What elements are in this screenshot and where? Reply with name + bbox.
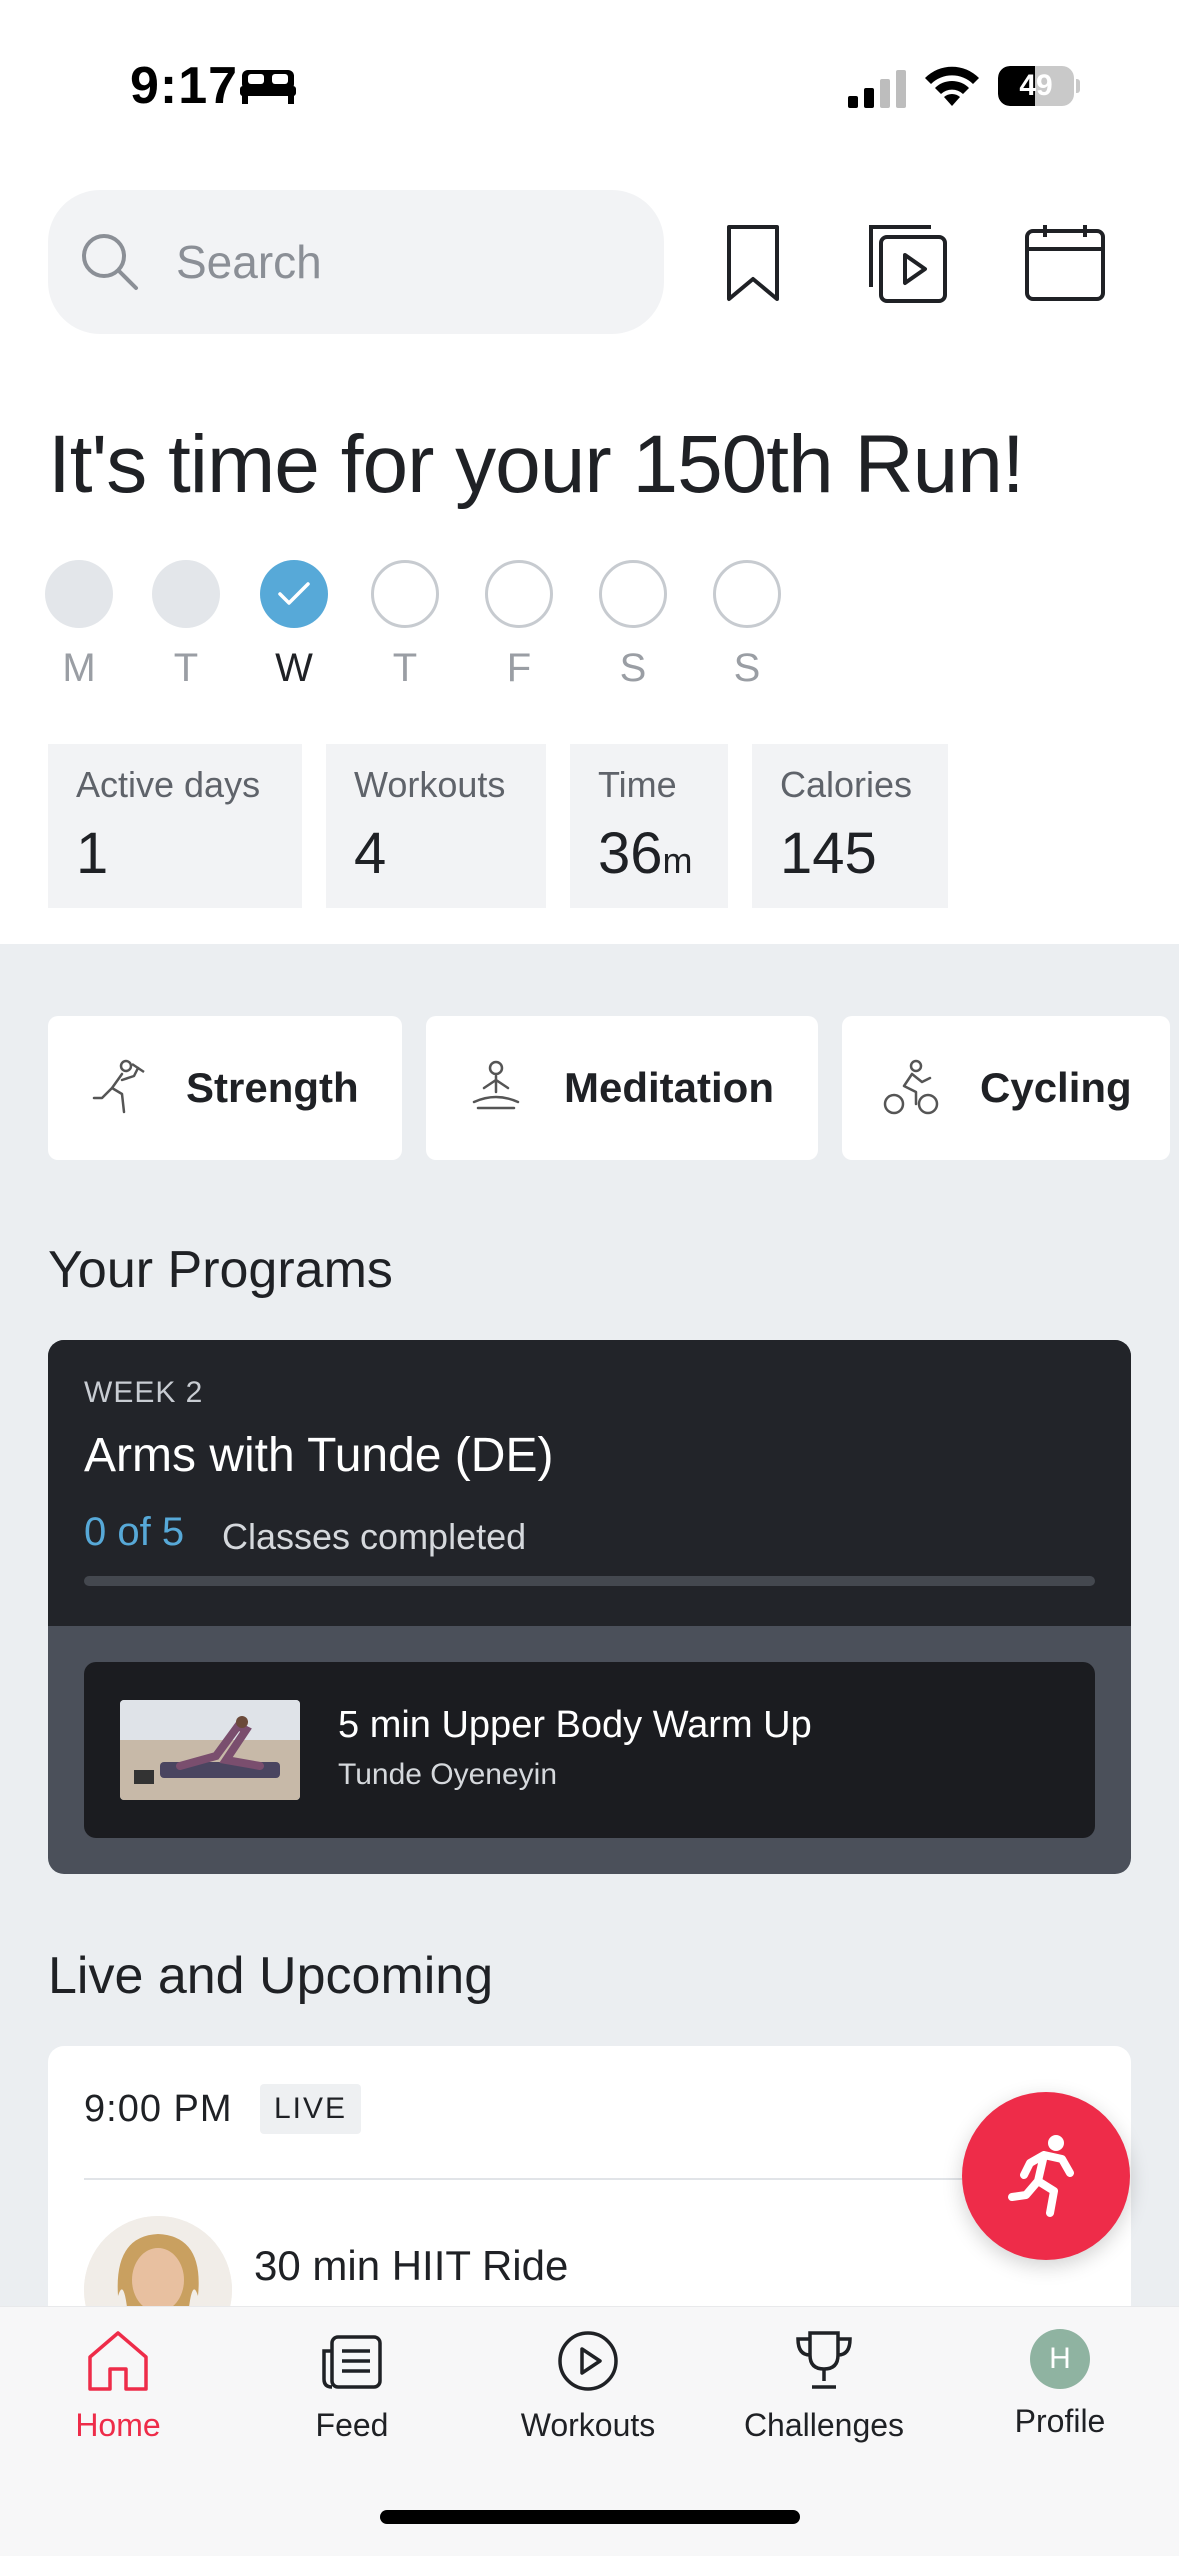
battery-icon: 49 — [998, 66, 1080, 106]
program-progress-bar — [84, 1576, 1095, 1586]
day-friday[interactable]: F — [484, 560, 554, 691]
start-run-button[interactable] — [962, 2092, 1130, 2260]
bookmark-icon — [727, 225, 779, 301]
feed-icon — [322, 2335, 382, 2389]
live-time: 9:00 PM — [84, 2088, 233, 2130]
program-name: Arms with Tunde (DE) — [84, 1429, 554, 1482]
stat-value: 145 — [780, 821, 877, 886]
day-status — [713, 560, 781, 628]
status-time: 9:17 — [130, 57, 239, 115]
stat-label: Workouts — [354, 764, 506, 805]
live-badge: LIVE — [260, 2084, 362, 2134]
day-monday[interactable]: M — [44, 560, 114, 691]
day-label: W — [275, 646, 313, 690]
divider — [84, 2178, 1095, 2180]
programs-title: Your Programs — [48, 1241, 393, 1299]
day-status — [371, 560, 439, 628]
category-meditation[interactable]: Meditation — [426, 1016, 818, 1160]
bed-icon — [240, 70, 296, 104]
live-class-title: 30 min HIIT Ride — [254, 2242, 569, 2289]
stat-time: Time 36m — [570, 744, 728, 908]
program-week: WEEK 2 — [84, 1376, 204, 1409]
day-label: F — [506, 646, 532, 690]
day-label: T — [173, 646, 199, 690]
tab-label: Profile — [1014, 2403, 1106, 2439]
greeting-title: It's time for your 150th Run! — [48, 419, 1025, 510]
day-label: T — [392, 646, 418, 690]
home-indicator — [380, 2510, 800, 2524]
category-label: Strength — [186, 1064, 359, 1111]
class-title: 5 min Upper Body Warm Up — [338, 1704, 812, 1746]
tab-workouts[interactable]: Workouts — [488, 2329, 688, 2444]
day-tuesday[interactable]: T — [151, 560, 221, 691]
stat-unit: m — [662, 840, 693, 881]
program-progress-count: 0 of 5 — [84, 1510, 185, 1554]
category-cycling[interactable]: Cycling — [842, 1016, 1170, 1160]
program-header: WEEK 2 Arms with Tunde (DE) 0 of 5 Class… — [48, 1340, 1131, 1626]
stat-label: Active days — [76, 764, 261, 805]
home-icon — [88, 2331, 148, 2391]
program-class-item[interactable]: 5 min Upper Body Warm Up Tunde Oyeneyin — [84, 1662, 1095, 1838]
tab-label: Challenges — [743, 2407, 905, 2443]
program-card[interactable]: WEEK 2 Arms with Tunde (DE) 0 of 5 Class… — [48, 1340, 1131, 1874]
day-label: S — [733, 646, 761, 690]
tab-label: Workouts — [520, 2407, 656, 2443]
stat-calories: Calories 145 — [752, 744, 948, 908]
day-status — [599, 560, 667, 628]
stat-value-wrap: 36m — [598, 820, 700, 887]
running-person-icon — [1008, 2135, 1074, 2217]
calendar-icon — [1025, 225, 1105, 301]
day-status — [152, 560, 220, 628]
program-progress-label: Classes completed — [222, 1516, 527, 1557]
tab-challenges[interactable]: Challenges — [724, 2329, 924, 2444]
stat-value: 4 — [354, 821, 387, 886]
stat-label: Calories — [780, 764, 913, 805]
tab-feed[interactable]: Feed — [252, 2329, 452, 2444]
day-label: M — [62, 646, 96, 690]
tab-profile[interactable]: H Profile — [960, 2329, 1160, 2440]
category-label: Meditation — [564, 1064, 774, 1111]
search-icon — [82, 234, 138, 290]
day-status — [45, 560, 113, 628]
day-label: S — [619, 646, 647, 690]
stat-active-days: Active days 1 — [48, 744, 302, 908]
tab-home[interactable]: Home — [18, 2329, 218, 2444]
battery-percent: 49 — [1019, 69, 1053, 102]
category-label: Cycling — [980, 1064, 1132, 1111]
calendar-button[interactable] — [1022, 220, 1108, 306]
stat-value: 36 — [598, 821, 663, 886]
checkmark-icon — [278, 582, 310, 605]
tab-label: Feed — [315, 2407, 389, 2443]
strength-icon — [92, 1059, 145, 1114]
search-input[interactable]: Search — [48, 190, 664, 334]
wifi-icon — [925, 66, 979, 106]
live-title: Live and Upcoming — [48, 1947, 494, 2005]
trophy-icon — [796, 2331, 852, 2389]
day-sunday[interactable]: S — [712, 560, 782, 691]
stat-value: 1 — [76, 821, 109, 886]
class-instructor: Tunde Oyeneyin — [338, 1758, 558, 1791]
avatar: H — [1030, 2329, 1090, 2389]
category-strength[interactable]: Strength — [48, 1016, 402, 1160]
video-library-button[interactable] — [864, 220, 950, 306]
day-status — [260, 560, 328, 628]
day-status — [485, 560, 553, 628]
bookmark-button[interactable] — [710, 220, 796, 306]
stat-workouts: Workouts 4 — [326, 744, 546, 908]
video-library-icon — [869, 225, 947, 303]
search-placeholder: Search — [176, 236, 322, 288]
signal-icon — [848, 70, 906, 108]
play-circle-icon — [558, 2331, 618, 2391]
day-wednesday[interactable]: W — [259, 560, 329, 691]
tab-label: Home — [75, 2407, 161, 2443]
stat-label: Time — [598, 764, 677, 805]
meditation-icon — [472, 1060, 520, 1110]
class-thumbnail — [120, 1700, 300, 1800]
day-saturday[interactable]: S — [598, 560, 668, 691]
cycling-icon — [883, 1059, 939, 1115]
day-thursday[interactable]: T — [370, 560, 440, 691]
